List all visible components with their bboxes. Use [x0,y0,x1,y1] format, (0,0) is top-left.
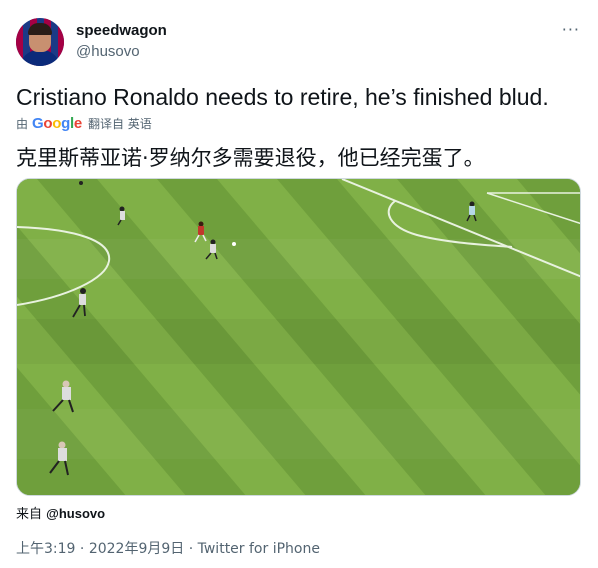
meta-separator: · [75,541,89,557]
tweet-date[interactable]: 2022年9月9日 [89,541,184,557]
media-source-prefix: 来自 [16,507,43,522]
avatar[interactable] [16,18,64,66]
tweet-media-video[interactable] [16,178,581,496]
tweet-header: speedwagon @husovo ··· [16,14,582,66]
more-options-icon[interactable]: ··· [562,20,580,39]
football-pitch-image [17,179,580,495]
avatar-shirt [20,50,60,66]
translation-by: 由 [16,116,29,131]
media-source-handle[interactable]: @husovo [46,506,105,521]
avatar-stripe [58,18,64,66]
avatar-hair [28,23,52,35]
google-logo: Google [32,114,82,132]
translated-text: 克里斯蒂亚诺·罗纳尔多需要退役，他已经完蛋了。 [16,146,485,170]
tweet-time[interactable]: 上午3:19 [16,541,75,557]
translation-attribution[interactable]: 由 Google 翻译自 英语 [16,114,152,132]
ball [232,242,236,246]
translation-label[interactable]: 翻译自 英语 [88,115,152,132]
author-display-name[interactable]: speedwagon [76,22,167,39]
tweet-client[interactable]: Twitter for iPhone [198,541,320,557]
player [79,181,83,185]
media-source[interactable]: 来自 @husovo [16,503,105,522]
tweet-metadata: 上午3:19 · 2022年9月9日 · Twitter for iPhone [16,538,320,558]
author-handle[interactable]: @husovo [76,43,140,60]
tweet-text: Cristiano Ronaldo needs to retire, he’s … [16,84,549,110]
meta-separator: · [184,541,198,557]
